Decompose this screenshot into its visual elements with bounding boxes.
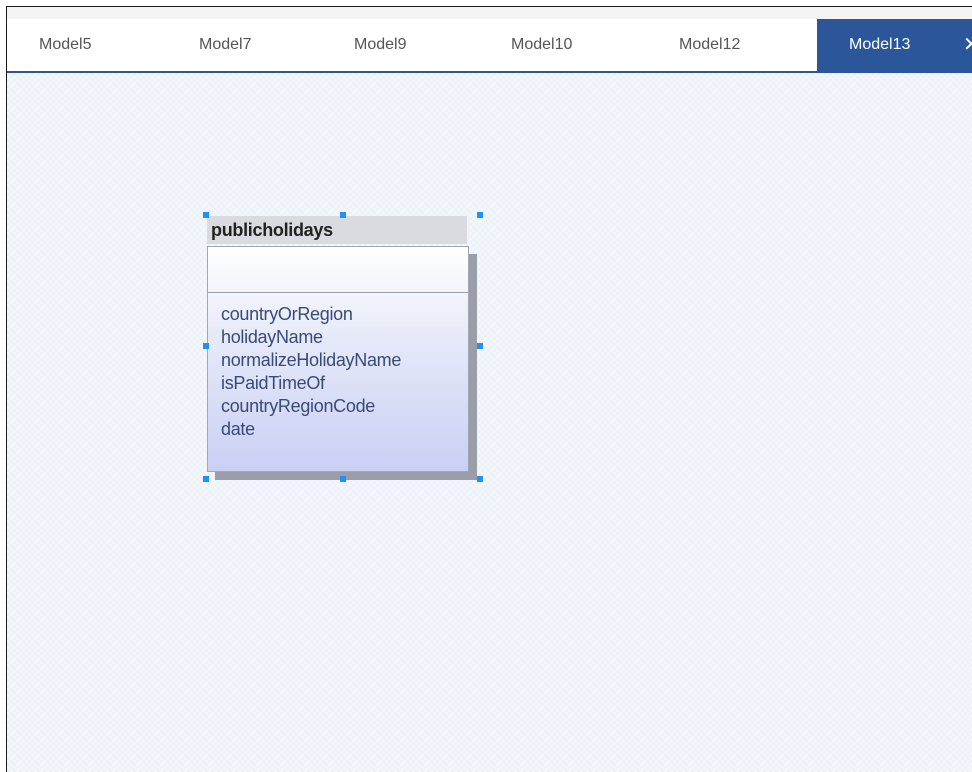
attribute-item[interactable]: holidayName — [221, 326, 468, 349]
attribute-item[interactable]: normalizeHolidayName — [221, 349, 468, 372]
selection-handle-right[interactable] — [477, 343, 483, 349]
entity-title: publicholidays — [207, 216, 467, 244]
tab-label: Model5 — [39, 36, 92, 53]
attribute-item[interactable]: date — [221, 418, 468, 441]
app-window: Model5 Model7 Model9 Model10 Model12 Mod… — [6, 6, 972, 772]
entity-publicholidays[interactable]: publicholidays countryOrRegion holidayNa… — [203, 212, 483, 482]
entity-body: countryOrRegion holidayName normalizeHol… — [207, 246, 469, 472]
tab-label: Model9 — [354, 36, 407, 53]
selection-handle-left[interactable] — [203, 343, 209, 349]
selection-handle-bottom-left[interactable] — [203, 476, 209, 482]
selection-handle-bottom[interactable] — [340, 476, 346, 482]
selection-handle-top-right[interactable] — [477, 212, 483, 218]
model-tab-bar: Model5 Model7 Model9 Model10 Model12 Mod… — [7, 19, 972, 73]
close-icon[interactable]: ✕ — [963, 19, 972, 71]
tab-label: Model7 — [199, 36, 252, 53]
attribute-list: countryOrRegion holidayName normalizeHol… — [208, 293, 468, 441]
entity-empty-section — [208, 247, 468, 293]
tab-model9[interactable]: Model9 — [322, 19, 482, 71]
tab-model7[interactable]: Model7 — [167, 19, 327, 71]
tab-model5[interactable]: Model5 — [7, 19, 167, 71]
attribute-item[interactable]: isPaidTimeOf — [221, 372, 468, 395]
attribute-item[interactable]: countryOrRegion — [221, 303, 468, 326]
selection-handle-top[interactable] — [340, 212, 346, 218]
tab-label: Model13 — [849, 36, 911, 53]
tab-label: Model10 — [511, 36, 573, 53]
tab-label: Model12 — [679, 36, 741, 53]
top-strip — [7, 7, 972, 19]
tab-model13[interactable]: Model13 ✕ — [817, 19, 972, 71]
selection-handle-top-left[interactable] — [203, 212, 209, 218]
attribute-item[interactable]: countryRegionCode — [221, 395, 468, 418]
diagram-canvas[interactable]: publicholidays countryOrRegion holidayNa… — [7, 73, 972, 772]
tab-model10[interactable]: Model10 — [479, 19, 639, 71]
selection-handle-bottom-right[interactable] — [477, 476, 483, 482]
tab-model12[interactable]: Model12 — [647, 19, 807, 71]
